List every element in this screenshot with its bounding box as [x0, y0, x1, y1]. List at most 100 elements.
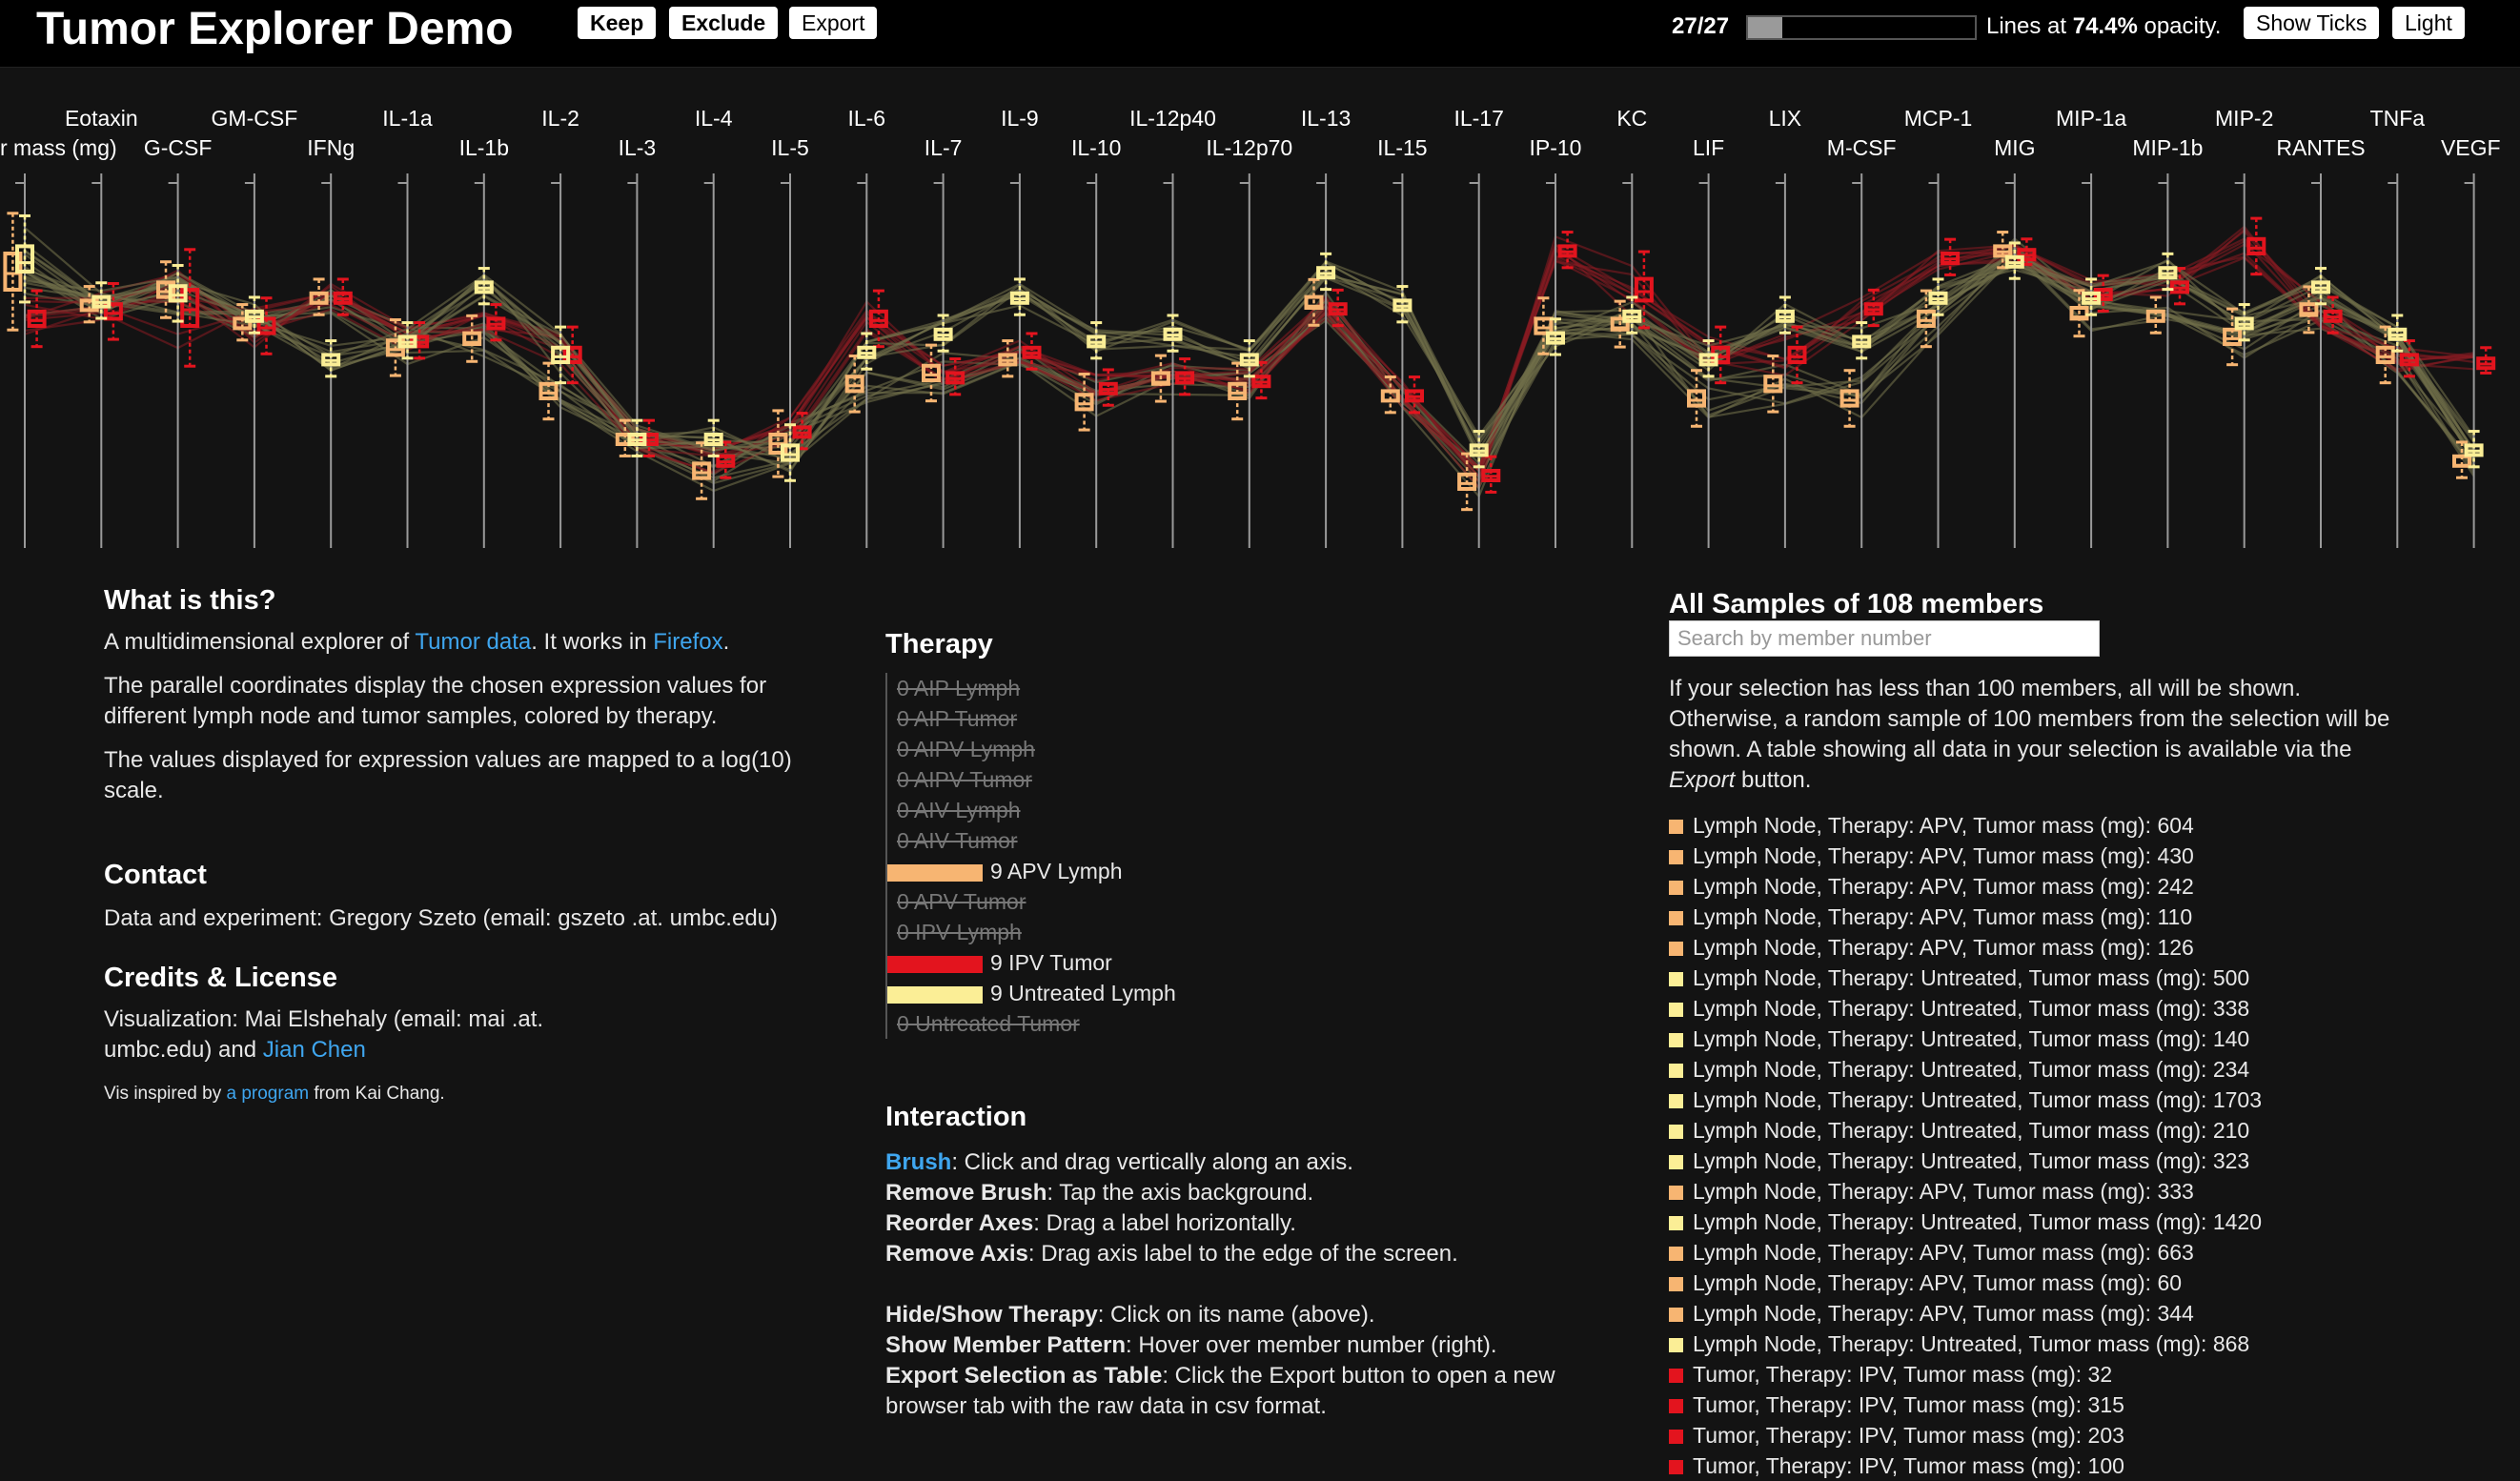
- keep-button[interactable]: Keep: [578, 7, 657, 39]
- therapy-item[interactable]: 0 AIV Tumor: [887, 825, 1610, 856]
- axis-label[interactable]: LIX: [1769, 106, 1802, 131]
- axis-ip-10[interactable]: [1546, 173, 1556, 548]
- axis-g-csf[interactable]: [168, 173, 179, 548]
- axis-il-15[interactable]: [1392, 173, 1404, 548]
- axis-mip-1b[interactable]: [2158, 173, 2169, 548]
- axis-label[interactable]: LIF: [1693, 135, 1724, 160]
- therapy-item[interactable]: 9 APV Lymph: [887, 856, 1610, 886]
- member-row[interactable]: Lymph Node, Therapy: APV, Tumor mass (mg…: [1667, 1237, 2506, 1268]
- export-button[interactable]: Export: [789, 7, 878, 39]
- axis-label[interactable]: KC: [1616, 106, 1647, 131]
- member-row[interactable]: Lymph Node, Therapy: APV, Tumor mass (mg…: [1667, 1176, 2506, 1207]
- axis-kc[interactable]: [1622, 173, 1634, 548]
- axis-label[interactable]: RANTES: [2276, 135, 2365, 160]
- show-ticks-button[interactable]: Show Ticks: [2244, 7, 2380, 39]
- axis-il-12p40[interactable]: [1163, 173, 1174, 548]
- member-row[interactable]: Lymph Node, Therapy: Untreated, Tumor ma…: [1667, 963, 2506, 993]
- light-theme-button[interactable]: Light: [2392, 7, 2465, 39]
- therapy-item[interactable]: 0 AIV Lymph: [887, 795, 1610, 825]
- member-row[interactable]: Tumor, Therapy: IPV, Tumor mass (mg): 32: [1667, 1359, 2506, 1390]
- axis-label[interactable]: IL-4: [695, 106, 733, 131]
- therapy-item[interactable]: 0 AIPV Lymph: [887, 734, 1610, 764]
- axis-label[interactable]: IP-10: [1530, 135, 1582, 160]
- axis-gm-csf[interactable]: [244, 173, 255, 548]
- axis-il-3[interactable]: [627, 173, 639, 548]
- member-row[interactable]: Lymph Node, Therapy: APV, Tumor mass (mg…: [1667, 902, 2506, 932]
- therapy-item[interactable]: 0 APV Tumor: [887, 886, 1610, 917]
- axis-label[interactable]: IFNg: [307, 135, 355, 160]
- interaction-term[interactable]: Brush: [885, 1149, 951, 1175]
- therapy-label: 0 IPV Lymph: [897, 920, 1022, 944]
- axis-label[interactable]: MCP-1: [1904, 106, 1973, 131]
- axis-il-13[interactable]: [1316, 173, 1328, 548]
- member-row[interactable]: Tumor, Therapy: IPV, Tumor mass (mg): 20…: [1667, 1420, 2506, 1451]
- member-row[interactable]: Lymph Node, Therapy: Untreated, Tumor ma…: [1667, 993, 2506, 1024]
- axis-label[interactable]: G-CSF: [144, 135, 213, 160]
- axis-label[interactable]: IL-1a: [382, 106, 433, 131]
- axis-mcp-1[interactable]: [1928, 173, 1940, 548]
- axis-label[interactable]: IL-1b: [459, 135, 509, 160]
- axis-label[interactable]: IL-3: [619, 135, 657, 160]
- firefox-link[interactable]: Firefox: [653, 629, 722, 655]
- axis-label[interactable]: IL-2: [541, 106, 579, 131]
- therapy-item[interactable]: 0 AIPV Tumor: [887, 764, 1610, 795]
- member-search-input[interactable]: [1669, 620, 2100, 657]
- member-row[interactable]: Lymph Node, Therapy: APV, Tumor mass (mg…: [1667, 841, 2506, 871]
- axis-label[interactable]: IL-10: [1071, 135, 1121, 160]
- parallel-coordinates-chart[interactable]: r mass (mg) EotaxinG-CSF GM-CSF IFNg IL-1a IL…: [0, 67, 2520, 562]
- member-row[interactable]: Lymph Node, Therapy: Untreated, Tumor ma…: [1667, 1054, 2506, 1085]
- axis-label[interactable]: IL-9: [1001, 106, 1039, 131]
- member-row[interactable]: Lymph Node, Therapy: Untreated, Tumor ma…: [1667, 1024, 2506, 1054]
- therapy-item[interactable]: 0 AIP Lymph: [887, 673, 1610, 703]
- member-row[interactable]: Lymph Node, Therapy: Untreated, Tumor ma…: [1667, 1146, 2506, 1176]
- exclude-button[interactable]: Exclude: [669, 7, 779, 39]
- axis-il-10[interactable]: [1087, 173, 1098, 548]
- axis-label[interactable]: MIP-1b: [2132, 135, 2203, 160]
- axis-rantes[interactable]: [2311, 173, 2322, 548]
- axis-label[interactable]: M-CSF: [1827, 135, 1897, 160]
- axis-m-csf[interactable]: [1852, 173, 1863, 548]
- member-row[interactable]: Lymph Node, Therapy: Untreated, Tumor ma…: [1667, 1207, 2506, 1237]
- axis-label[interactable]: IL-12p70: [1206, 135, 1292, 160]
- member-row[interactable]: Lymph Node, Therapy: APV, Tumor mass (mg…: [1667, 1268, 2506, 1298]
- member-row[interactable]: Lymph Node, Therapy: APV, Tumor mass (mg…: [1667, 1298, 2506, 1329]
- therapy-item[interactable]: 9 IPV Tumor: [887, 947, 1610, 978]
- axis-eotaxin[interactable]: [91, 173, 103, 548]
- axis-label[interactable]: IL-6: [847, 106, 885, 131]
- member-row[interactable]: Lymph Node, Therapy: Untreated, Tumor ma…: [1667, 1115, 2506, 1146]
- axis-label[interactable]: r mass (mg): [0, 135, 117, 160]
- axis-label[interactable]: IL-5: [771, 135, 809, 160]
- axis-mip-1a[interactable]: [2082, 173, 2093, 548]
- axis-il-5[interactable]: [781, 173, 791, 548]
- member-row[interactable]: Lymph Node, Therapy: Untreated, Tumor ma…: [1667, 1085, 2506, 1115]
- member-row[interactable]: Lymph Node, Therapy: APV, Tumor mass (mg…: [1667, 932, 2506, 963]
- axis-label[interactable]: Eotaxin: [65, 106, 138, 131]
- axis-label[interactable]: IL-13: [1301, 106, 1351, 131]
- jian-chen-link[interactable]: Jian Chen: [263, 1037, 366, 1063]
- axis-label[interactable]: TNFa: [2370, 106, 2426, 131]
- a-program-link[interactable]: a program: [227, 1084, 310, 1104]
- member-row[interactable]: Lymph Node, Therapy: APV, Tumor mass (mg…: [1667, 810, 2506, 841]
- axis-label[interactable]: MIP-1a: [2056, 106, 2126, 131]
- tumor-data-link[interactable]: Tumor data: [415, 629, 531, 655]
- therapy-item[interactable]: 0 IPV Lymph: [887, 917, 1610, 947]
- axis-label[interactable]: MIP-2: [2215, 106, 2273, 131]
- member-row[interactable]: Lymph Node, Therapy: APV, Tumor mass (mg…: [1667, 871, 2506, 902]
- axis-label[interactable]: GM-CSF: [212, 106, 298, 131]
- member-row[interactable]: Tumor, Therapy: IPV, Tumor mass (mg): 31…: [1667, 1390, 2506, 1420]
- member-row[interactable]: Tumor, Therapy: IPV, Tumor mass (mg): 10…: [1667, 1451, 2506, 1481]
- therapy-item[interactable]: 0 AIP Tumor: [887, 703, 1610, 734]
- axis-label[interactable]: VEGF: [2441, 135, 2501, 160]
- member-text: Lymph Node, Therapy: APV, Tumor mass (mg…: [1693, 1240, 2194, 1265]
- axis-mig[interactable]: [2004, 173, 2016, 548]
- axis-label[interactable]: IL-7: [925, 135, 963, 160]
- axis-tumor-mass-mg-[interactable]: [15, 173, 26, 548]
- therapy-item[interactable]: 0 Untreated Tumor: [887, 1008, 1610, 1039]
- member-row[interactable]: Lymph Node, Therapy: Untreated, Tumor ma…: [1667, 1329, 2506, 1359]
- axis-il-4[interactable]: [703, 173, 715, 548]
- therapy-item[interactable]: 9 Untreated Lymph: [887, 978, 1610, 1008]
- axis-label[interactable]: MIG: [1994, 135, 2035, 160]
- axis-label[interactable]: IL-12p40: [1129, 106, 1216, 131]
- axis-label[interactable]: IL-15: [1377, 135, 1427, 160]
- axis-label[interactable]: IL-17: [1453, 106, 1503, 131]
